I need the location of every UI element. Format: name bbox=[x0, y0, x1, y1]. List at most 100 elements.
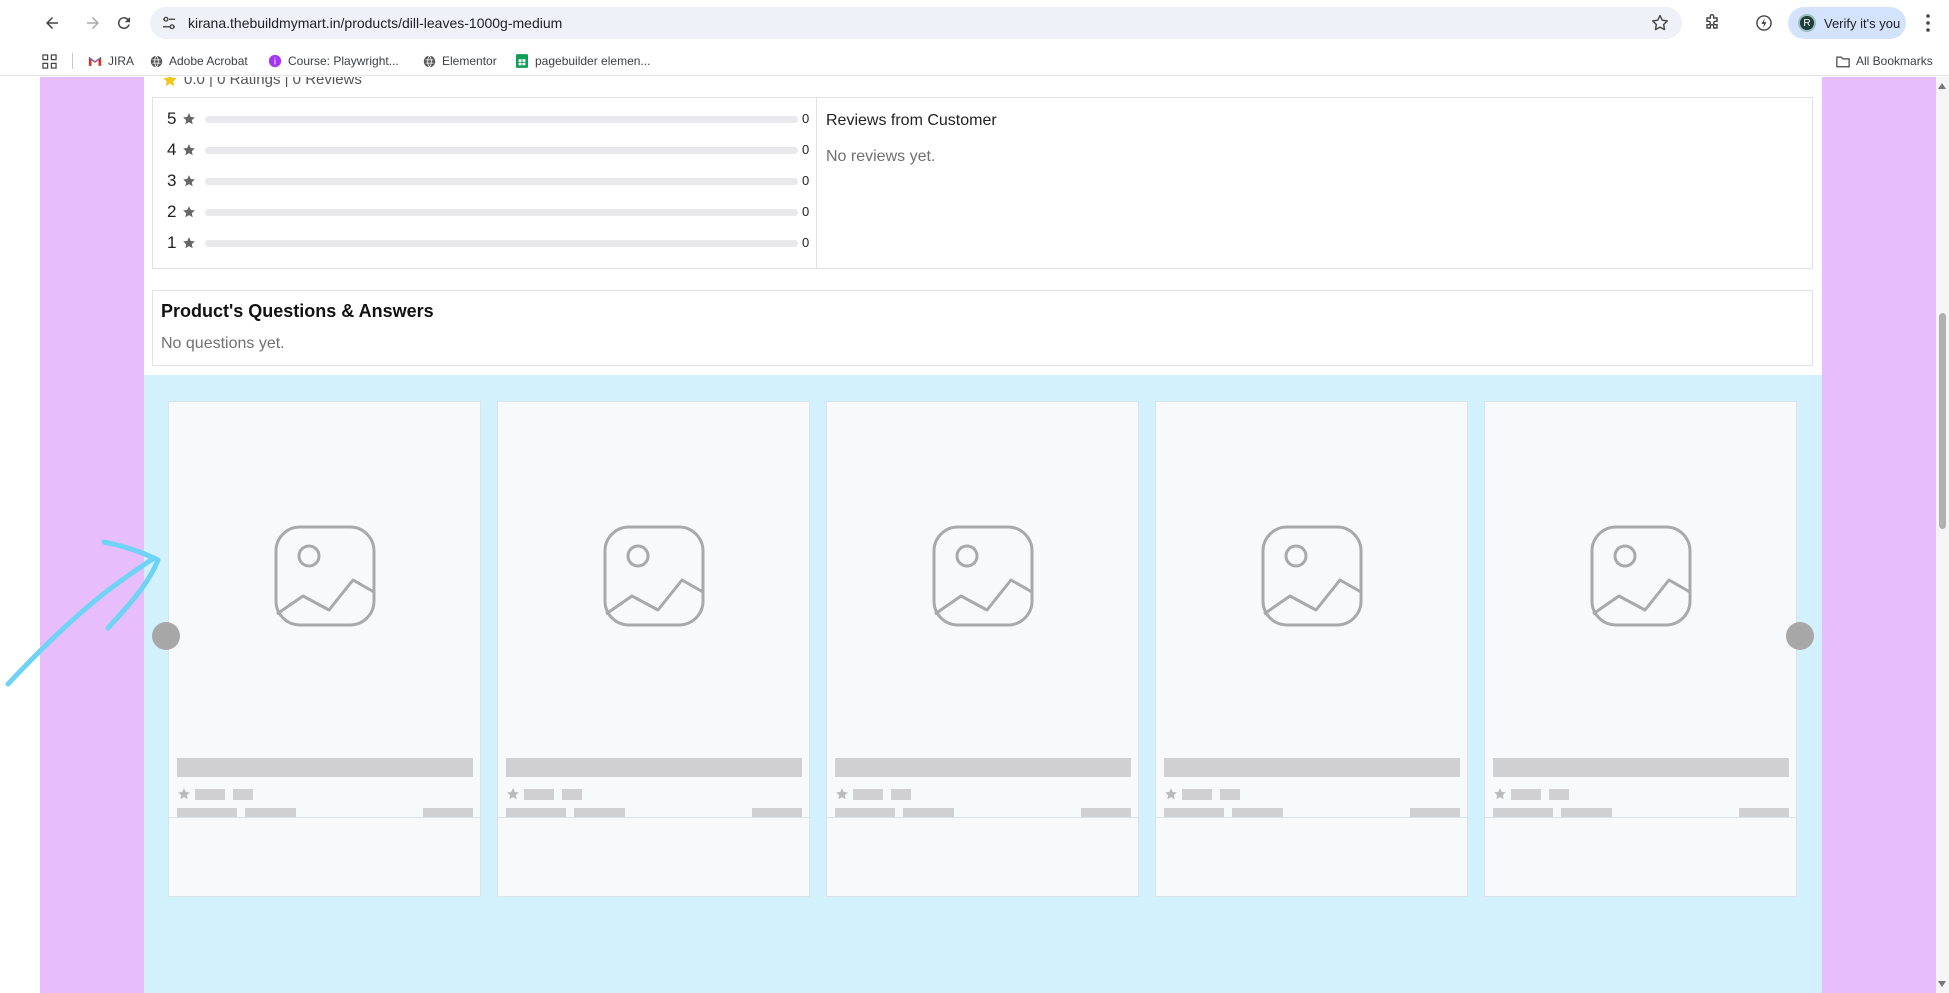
product-card-skeleton[interactable] bbox=[168, 401, 481, 871]
bookmark-pagebuilder[interactable]: pagebuilder elemen... bbox=[515, 52, 650, 70]
rating-stars-label: 4 bbox=[167, 140, 177, 159]
rating-count: 0 bbox=[802, 111, 810, 126]
bookmark-label: pagebuilder elemen... bbox=[535, 54, 651, 68]
rating-count: 0 bbox=[802, 142, 810, 157]
reviews-empty-text: No reviews yet. bbox=[826, 148, 936, 165]
rating-bar bbox=[205, 116, 798, 123]
skeleton-rating bbox=[524, 789, 554, 800]
rating-row-3: 3 0 bbox=[167, 171, 809, 191]
product-card-skeleton[interactable] bbox=[1155, 817, 1468, 897]
bookmark-label: Adobe Acrobat bbox=[169, 54, 248, 68]
bookmark-label: Elementor bbox=[442, 54, 497, 68]
bookmarks-divider bbox=[72, 53, 73, 69]
star-icon bbox=[507, 788, 519, 800]
skeleton-title bbox=[1493, 758, 1789, 777]
skeleton-rating-count bbox=[1220, 789, 1240, 800]
star-icon bbox=[1494, 788, 1506, 800]
star-icon bbox=[183, 144, 195, 156]
image-placeholder-icon bbox=[274, 525, 376, 627]
qa-empty-text: No questions yet. bbox=[161, 335, 285, 352]
rating-row-5: 5 0 bbox=[167, 109, 810, 129]
url-host: kirana.thebuildmymart.in bbox=[188, 15, 341, 31]
reload-icon bbox=[117, 17, 130, 30]
rating-breakdown: 5 0 4 0 3 0 2 0 1 0 bbox=[152, 98, 817, 269]
product-card-skeleton[interactable] bbox=[826, 401, 1139, 871]
back-arrow-icon bbox=[46, 17, 58, 29]
rating-count: 0 bbox=[802, 204, 810, 219]
product-card-skeleton[interactable] bbox=[1155, 401, 1468, 871]
url-path: /products/dill-leaves-1000g-medium bbox=[340, 15, 563, 31]
apps-button[interactable] bbox=[42, 52, 57, 70]
globe-icon bbox=[149, 54, 163, 68]
reviews-heading: Reviews from Customer bbox=[826, 112, 997, 129]
rating-bar bbox=[205, 178, 798, 185]
address-bar[interactable]: kirana.thebuildmymart.in/products/dill-l… bbox=[150, 7, 1682, 39]
reload-button[interactable] bbox=[111, 10, 137, 36]
bookmark-elementor[interactable]: Elementor bbox=[422, 52, 497, 70]
questions-answers-panel: Product's Questions & Answers No questio… bbox=[152, 290, 1813, 366]
bookmark-adobe-acrobat[interactable]: Adobe Acrobat bbox=[149, 52, 248, 70]
star-icon bbox=[183, 175, 195, 187]
bookmark-label: Course: Playwright... bbox=[288, 54, 399, 68]
carousel-prev-button[interactable] bbox=[152, 622, 180, 650]
rating-stars-label: 1 bbox=[167, 233, 177, 252]
url-text: kirana.thebuildmymart.in/products/dill-l… bbox=[188, 15, 562, 31]
related-products-carousel bbox=[144, 375, 1822, 993]
star-icon bbox=[183, 206, 195, 218]
skeleton-rating-count bbox=[233, 789, 253, 800]
skeleton-title bbox=[177, 758, 473, 777]
product-card-skeleton[interactable] bbox=[497, 401, 810, 871]
star-icon bbox=[836, 788, 848, 800]
back-button[interactable] bbox=[39, 10, 65, 36]
page-viewport: 0.0 | 0 Ratings | 0 Reviews 5 0 4 0 3 0 … bbox=[40, 77, 1936, 993]
scroll-down-arrow-icon[interactable] bbox=[1938, 981, 1946, 987]
skeleton-rating bbox=[853, 789, 883, 800]
image-placeholder-icon bbox=[1261, 525, 1363, 627]
site-info-icon[interactable] bbox=[160, 14, 178, 32]
image-placeholder-icon bbox=[603, 525, 705, 627]
star-icon bbox=[183, 113, 195, 125]
scrollbar-thumb[interactable] bbox=[1939, 313, 1946, 529]
globe-icon bbox=[422, 54, 436, 68]
image-placeholder-icon bbox=[1590, 525, 1692, 627]
product-card-skeleton[interactable] bbox=[826, 817, 1139, 897]
skeleton-rating-count bbox=[1549, 789, 1569, 800]
all-bookmarks-label: All Bookmarks bbox=[1856, 54, 1933, 68]
performance-button[interactable] bbox=[1752, 11, 1776, 35]
profile-button[interactable]: R Verify it's you bbox=[1788, 7, 1906, 39]
product-card-skeleton[interactable] bbox=[168, 817, 481, 897]
rating-row-4: 4 0 bbox=[167, 140, 810, 160]
bookmark-jira[interactable]: JIRA bbox=[88, 52, 134, 70]
bookmark-course-playwright[interactable]: i Course: Playwright... bbox=[268, 52, 399, 70]
bookmark-star-icon[interactable] bbox=[1650, 13, 1670, 33]
all-bookmarks-button[interactable]: All Bookmarks bbox=[1836, 52, 1933, 70]
svg-text:i: i bbox=[274, 58, 276, 68]
scroll-up-arrow-icon[interactable] bbox=[1938, 83, 1946, 89]
rating-count: 0 bbox=[802, 235, 810, 250]
skeleton-rating bbox=[195, 789, 225, 800]
browser-menu-icon[interactable] bbox=[1918, 12, 1938, 34]
puzzle-icon bbox=[1706, 14, 1718, 29]
forward-button[interactable] bbox=[80, 10, 106, 36]
extensions-button[interactable] bbox=[1700, 11, 1724, 35]
rating-row-1: 1 0 bbox=[167, 233, 810, 253]
star-icon bbox=[163, 77, 177, 86]
page-scrollbar[interactable] bbox=[1936, 77, 1949, 993]
speedometer-icon bbox=[1756, 15, 1772, 31]
product-card-skeleton[interactable] bbox=[1484, 401, 1797, 871]
rating-stars-label: 2 bbox=[167, 202, 177, 221]
qa-heading: Product's Questions & Answers bbox=[161, 301, 434, 321]
rating-bar bbox=[205, 209, 798, 216]
folder-icon bbox=[1836, 54, 1850, 68]
star-icon bbox=[1165, 788, 1177, 800]
carousel-next-button[interactable] bbox=[1786, 622, 1814, 650]
rating-bar bbox=[205, 147, 798, 154]
product-card-skeleton[interactable] bbox=[497, 817, 810, 897]
forward-arrow-icon bbox=[87, 17, 99, 29]
skeleton-title bbox=[835, 758, 1131, 777]
skeleton-rating bbox=[1182, 789, 1212, 800]
course-icon: i bbox=[268, 54, 282, 68]
sheets-icon bbox=[515, 54, 529, 68]
product-card-skeleton[interactable] bbox=[1484, 817, 1797, 897]
skeleton-rating-count bbox=[891, 789, 911, 800]
